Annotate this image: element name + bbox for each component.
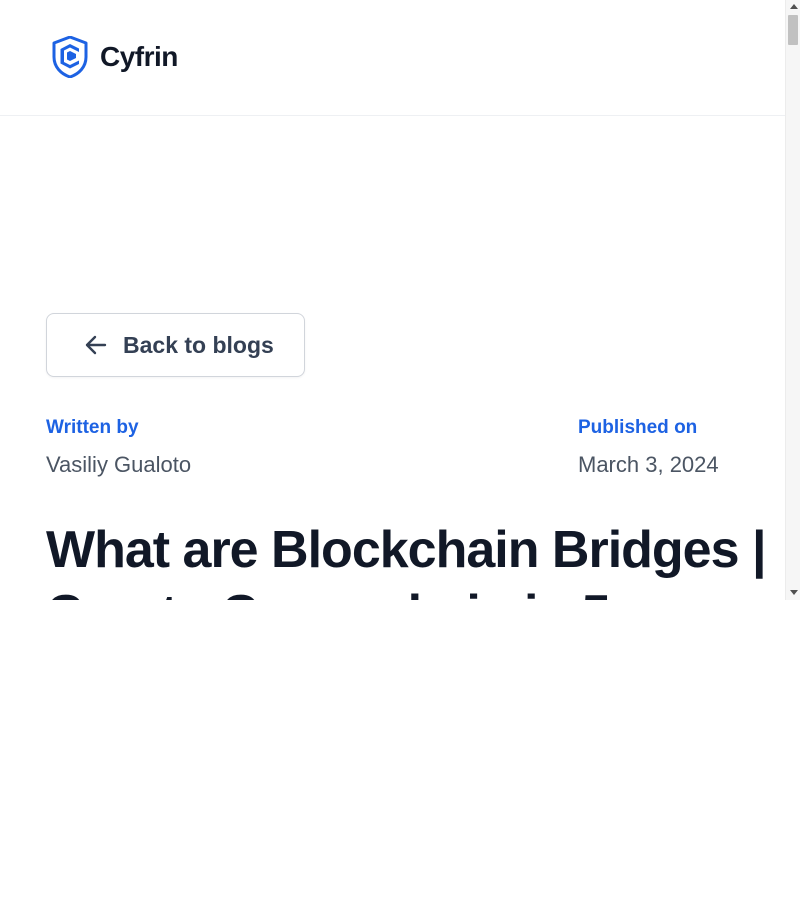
scroll-down-arrow-icon[interactable] xyxy=(786,586,800,598)
cyfrin-logo-link[interactable]: Cyfrin xyxy=(52,36,178,78)
article-title: What are Blockchain Bridges | Crypto Cro… xyxy=(46,521,767,600)
author-name: Vasiliy Gualoto xyxy=(46,452,192,477)
site-header: Cyfrin xyxy=(0,0,785,116)
back-to-blogs-label: Back to blogs xyxy=(123,331,274,358)
cyfrin-shield-icon xyxy=(52,36,88,78)
scroll-up-arrow-icon[interactable] xyxy=(786,0,800,12)
published-date: March 3, 2024 xyxy=(578,452,719,477)
scrollbar-thumb[interactable] xyxy=(788,15,798,45)
published-on-label: Published on xyxy=(578,417,698,438)
empty-area xyxy=(0,600,800,900)
arrow-left-icon xyxy=(85,335,107,355)
vertical-scrollbar[interactable] xyxy=(785,0,800,600)
back-to-blogs-button[interactable]: Back to blogs xyxy=(46,313,305,377)
written-by-label: Written by xyxy=(46,417,139,438)
browser-viewport: Cyfrin Back to blogs Written by Vasiliy … xyxy=(0,0,800,600)
brand-name: Cyfrin xyxy=(100,41,178,72)
